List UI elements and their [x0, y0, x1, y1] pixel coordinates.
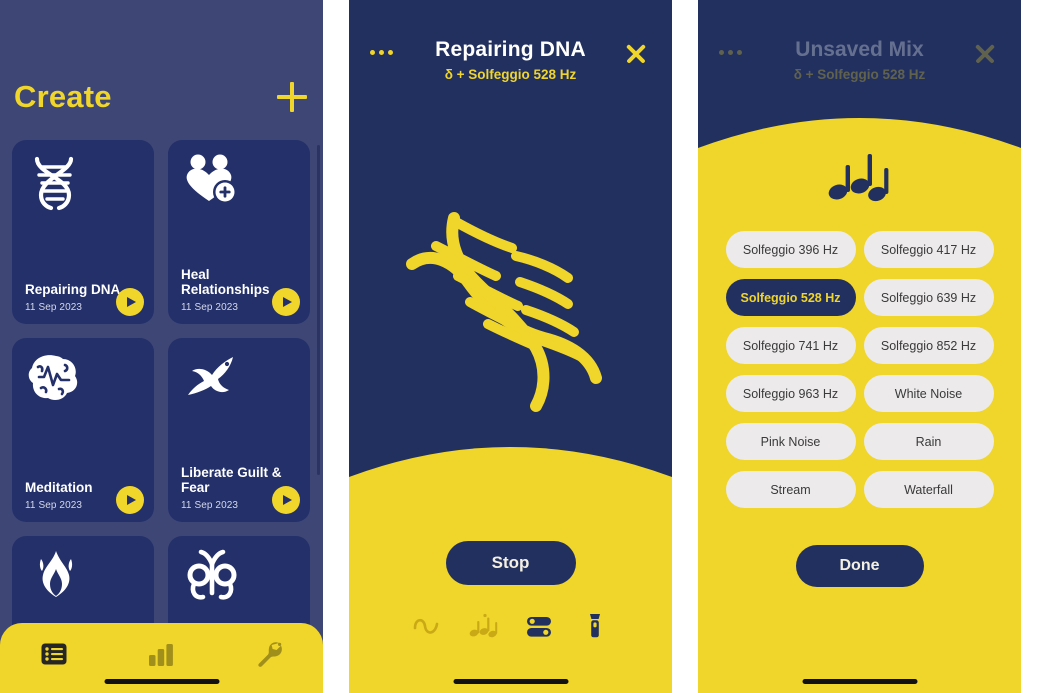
screenshot-root: Create Repairing DNA 11 Sep 2023 Heal Re…	[0, 0, 1039, 693]
frequency-option-grid: Solfeggio 396 Hz Solfeggio 417 Hz Solfeg…	[725, 231, 994, 508]
table-row[interactable]: Meditation 11 Sep 2023	[12, 338, 154, 522]
brain-icon	[25, 351, 143, 413]
option-waterfall[interactable]: Waterfall	[863, 471, 994, 508]
done-button[interactable]: Done	[795, 545, 924, 587]
page-title: Create	[14, 79, 112, 114]
nav-item-tools[interactable]	[242, 639, 296, 673]
dove-icon	[181, 351, 299, 413]
mix-subtitle: δ + Solfeggio 528 Hz	[793, 67, 926, 82]
home-indicator	[802, 679, 917, 684]
option-stream[interactable]: Stream	[725, 471, 856, 508]
heart-people-plus-icon	[181, 153, 299, 215]
music-notes-icon[interactable]	[466, 609, 500, 643]
player-tool-row	[410, 609, 612, 643]
dna-illustration	[396, 198, 626, 428]
table-row[interactable]: Liberate Guilt & Fear 11 Sep 2023	[168, 338, 310, 522]
panel-mix-picker-screen: Unsaved Mix δ + Solfeggio 528 Hz Solfegg…	[698, 0, 1021, 693]
option-solfeggio-528[interactable]: Solfeggio 528 Hz	[725, 279, 856, 316]
panel-create-screen: Create Repairing DNA 11 Sep 2023 Heal Re…	[0, 0, 323, 693]
home-indicator	[104, 679, 219, 684]
player-controls: Stop	[349, 468, 672, 693]
add-mix-button[interactable]	[275, 80, 309, 114]
option-solfeggio-417[interactable]: Solfeggio 417 Hz	[863, 231, 994, 268]
mix-header: Unsaved Mix δ + Solfeggio 528 Hz	[698, 38, 1021, 104]
flashlight-icon[interactable]	[578, 609, 612, 643]
panel-player-screen: Repairing DNA δ + Solfeggio 528 Hz Stop	[349, 0, 672, 693]
option-solfeggio-963[interactable]: Solfeggio 963 Hz	[725, 375, 856, 412]
play-button[interactable]	[272, 486, 300, 514]
music-notes-icon	[827, 148, 893, 209]
option-white-noise[interactable]: White Noise	[863, 375, 994, 412]
bar-chart-icon	[147, 642, 175, 671]
more-dots-icon[interactable]	[719, 50, 742, 55]
close-icon[interactable]	[622, 40, 650, 68]
player-subtitle: δ + Solfeggio 528 Hz	[444, 67, 577, 82]
wrench-icon	[255, 641, 283, 672]
play-button[interactable]	[116, 486, 144, 514]
list-icon	[41, 643, 67, 670]
table-row[interactable]: Repairing DNA 11 Sep 2023	[12, 140, 154, 324]
option-pink-noise[interactable]: Pink Noise	[725, 423, 856, 460]
toggle-icon[interactable]	[522, 609, 556, 643]
play-button[interactable]	[272, 288, 300, 316]
stop-button[interactable]: Stop	[445, 541, 576, 585]
butterfly-icon	[181, 549, 299, 611]
home-indicator	[453, 679, 568, 684]
option-solfeggio-396[interactable]: Solfeggio 396 Hz	[725, 231, 856, 268]
option-solfeggio-741[interactable]: Solfeggio 741 Hz	[725, 327, 856, 364]
mix-card-grid: Repairing DNA 11 Sep 2023 Heal Relations…	[12, 140, 310, 693]
more-dots-icon[interactable]	[370, 50, 393, 55]
table-row[interactable]: Heal Relationships 11 Sep 2023	[168, 140, 310, 324]
create-header: Create	[14, 72, 309, 122]
flame-icon	[25, 549, 143, 611]
sine-wave-icon[interactable]	[410, 609, 444, 643]
option-solfeggio-852[interactable]: Solfeggio 852 Hz	[863, 327, 994, 364]
mix-body: Solfeggio 396 Hz Solfeggio 417 Hz Solfeg…	[698, 100, 1021, 693]
scrollbar[interactable]	[317, 145, 320, 475]
close-icon[interactable]	[971, 40, 999, 68]
nav-item-list[interactable]	[27, 639, 81, 673]
play-button[interactable]	[116, 288, 144, 316]
nav-item-stats[interactable]	[134, 639, 188, 673]
dna-icon	[25, 153, 143, 215]
player-header: Repairing DNA δ + Solfeggio 528 Hz	[349, 38, 672, 104]
option-solfeggio-639[interactable]: Solfeggio 639 Hz	[863, 279, 994, 316]
option-rain[interactable]: Rain	[863, 423, 994, 460]
